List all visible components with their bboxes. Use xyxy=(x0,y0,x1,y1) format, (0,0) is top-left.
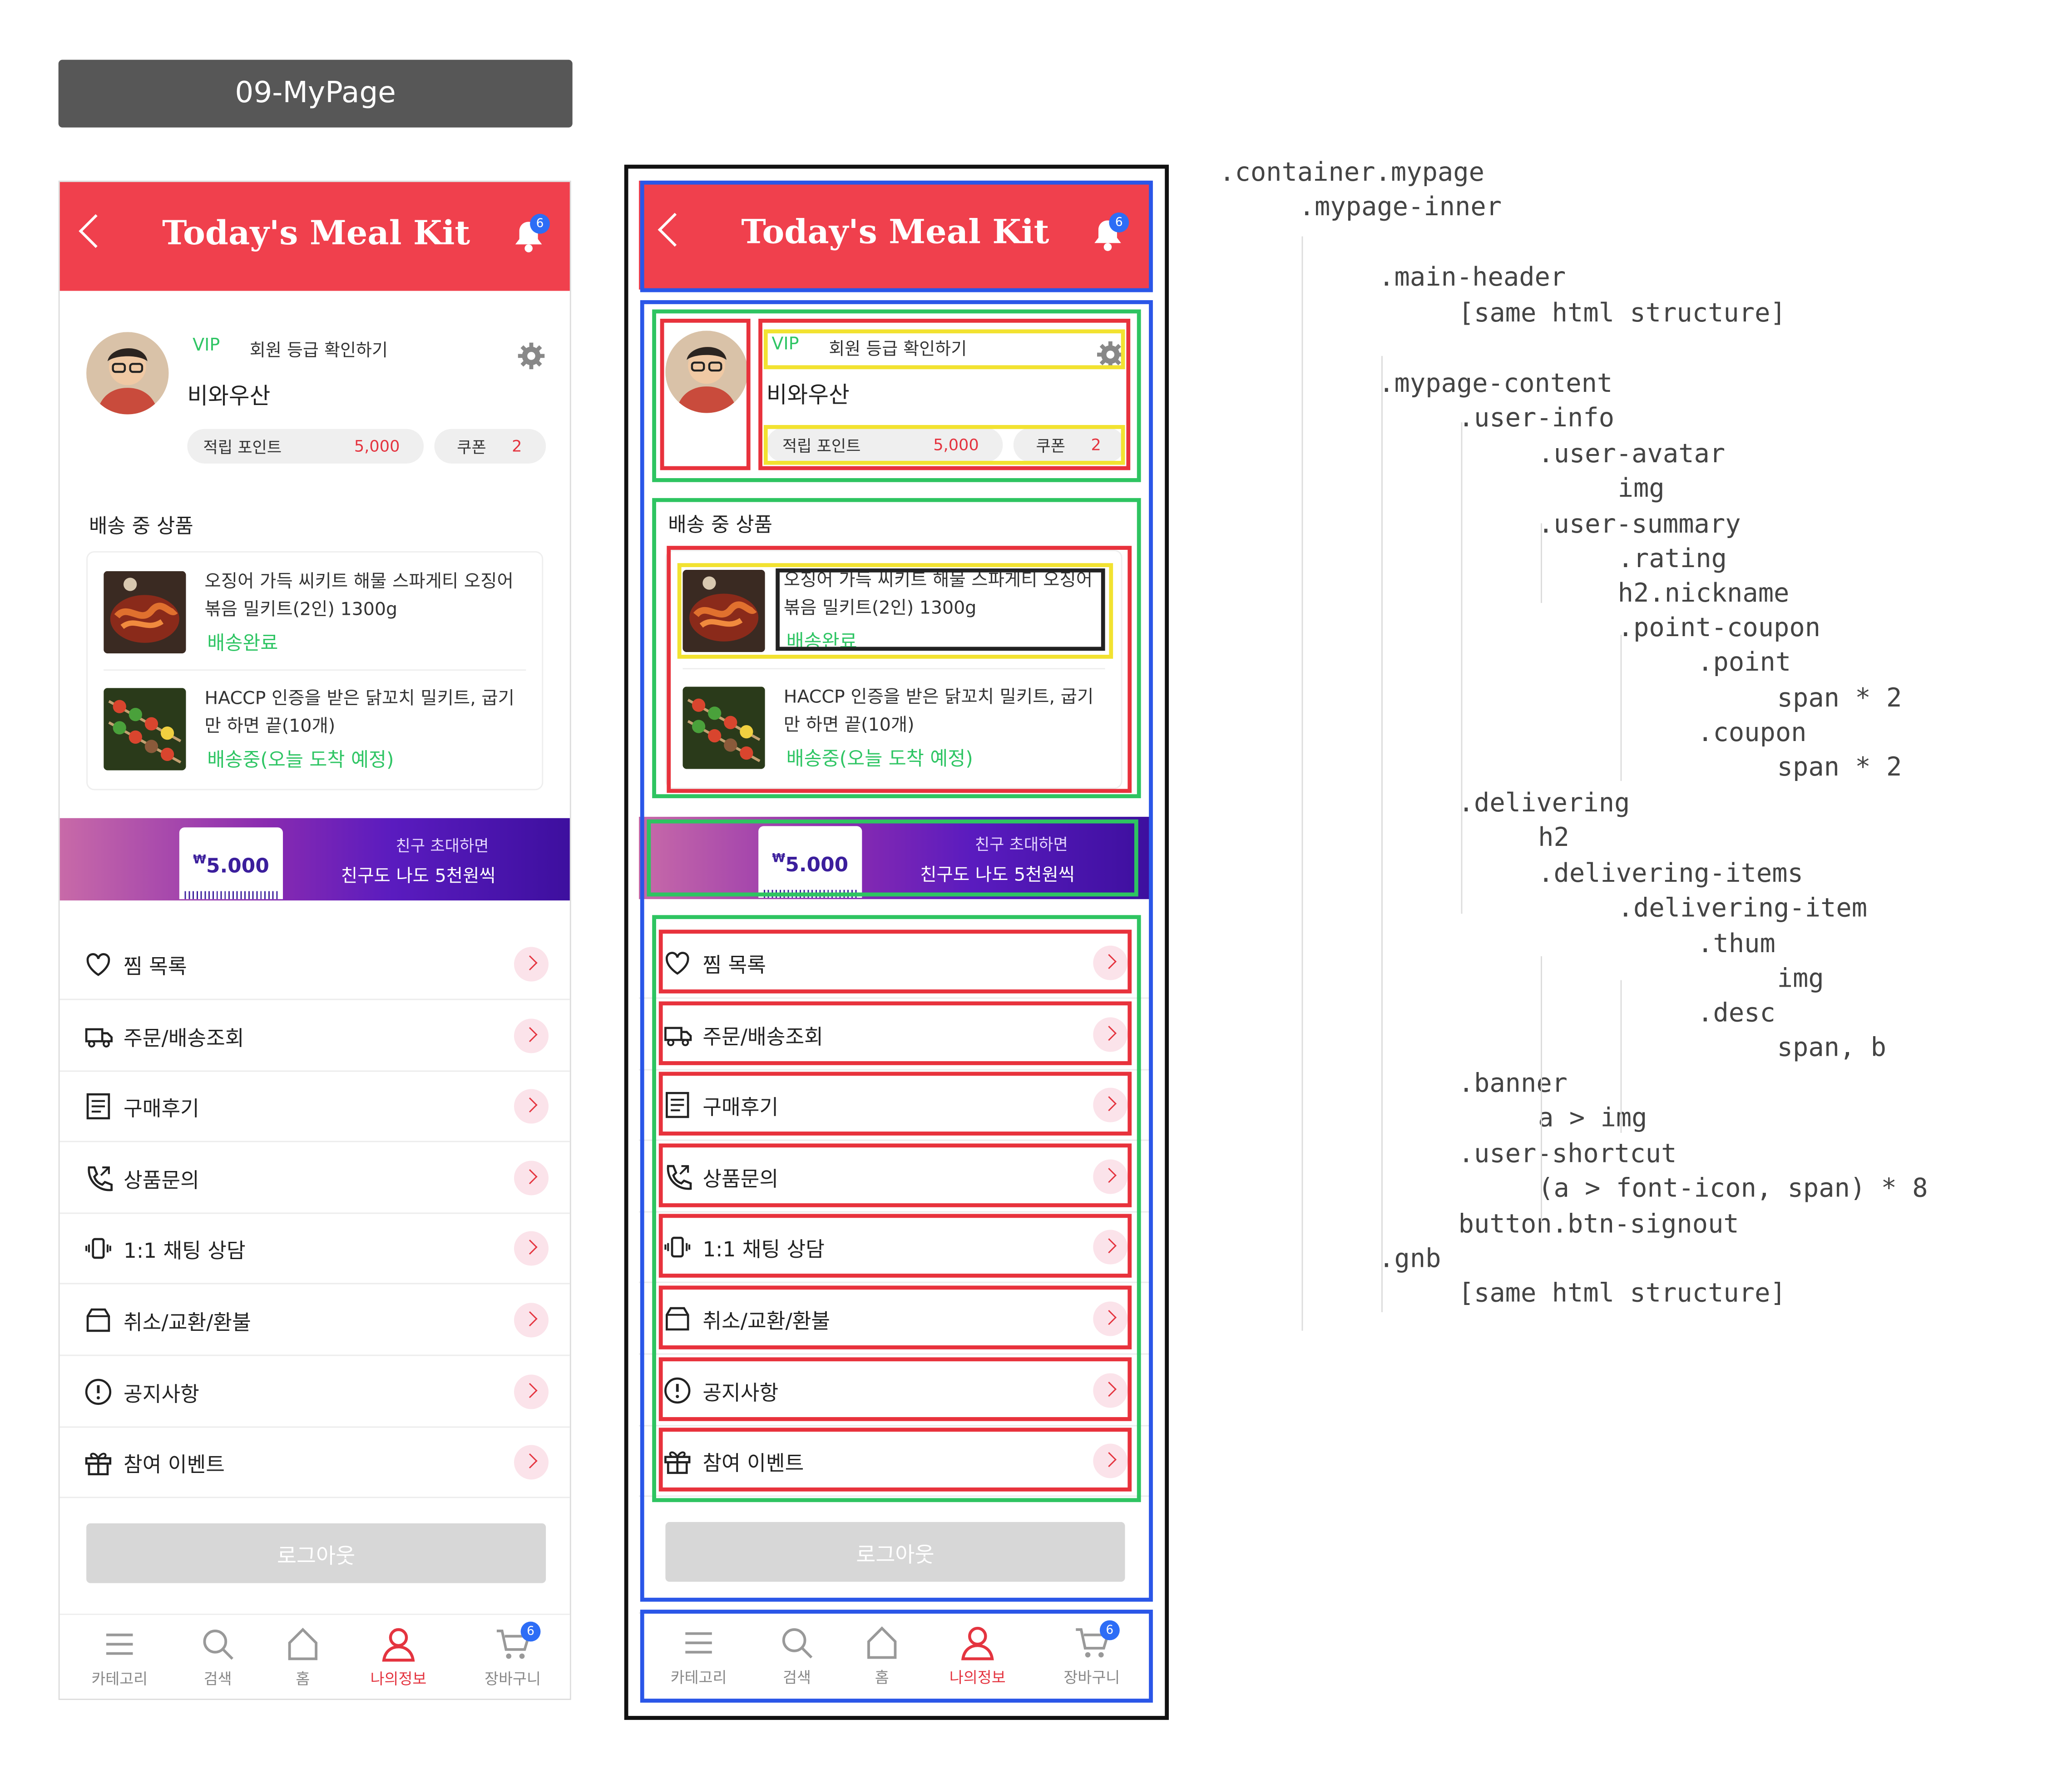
tree-line: img xyxy=(1777,963,1824,993)
tree-line: .point xyxy=(1697,647,1791,677)
structure-box-red xyxy=(658,1072,1132,1136)
tree-line: .main-header xyxy=(1379,262,1566,292)
tree-line: .coupon xyxy=(1697,717,1807,748)
tree-line: span * 2 xyxy=(1777,751,1902,782)
structure-box-red xyxy=(658,1001,1132,1065)
structure-box-green xyxy=(652,915,1141,1502)
structure-box-black xyxy=(776,568,1105,651)
tree-guide xyxy=(1620,635,1622,781)
structure-box-green xyxy=(652,309,1141,482)
tree-guide xyxy=(1541,956,1542,1222)
tree-guide xyxy=(1381,356,1383,1312)
tree-line: span * 2 xyxy=(1777,682,1902,713)
tree-line: h2.nickname xyxy=(1617,578,1790,608)
structure-box-green xyxy=(647,819,1138,897)
tree-line: .gnb xyxy=(1379,1243,1441,1274)
structure-box-yellow xyxy=(763,425,1125,465)
structure-box-red xyxy=(658,1214,1132,1278)
tree-line: .user-avatar xyxy=(1538,438,1726,469)
tree-line: .rating xyxy=(1617,543,1727,574)
tree-guide xyxy=(1461,422,1463,914)
structure-box-red xyxy=(758,319,1131,470)
structure-box-green xyxy=(652,498,1141,798)
structure-box-blue xyxy=(640,1610,1153,1703)
tree-line: .mypage-inner xyxy=(1299,191,1502,222)
tree-line: (a > font-icon, span) * 8 xyxy=(1538,1172,1928,1204)
tree-line: .thum xyxy=(1697,928,1775,959)
tree-line: .point-coupon xyxy=(1617,612,1821,643)
structure-box-yellow xyxy=(763,329,1125,370)
tree-line: button.btn-signout xyxy=(1458,1208,1739,1240)
structure-box-red xyxy=(658,1357,1132,1421)
tree-line: .user-summary xyxy=(1538,509,1741,539)
tree-line: .delivering-item xyxy=(1617,892,1868,923)
structure-box-yellow xyxy=(677,563,1113,659)
tree-line: [same html structure] xyxy=(1458,1277,1786,1309)
tree-line: .delivering xyxy=(1458,787,1630,818)
structure-box-blue xyxy=(640,300,1153,1602)
tree-line: [same html structure] xyxy=(1458,297,1786,328)
tree-line: a > img xyxy=(1538,1102,1647,1133)
tree-line: h2 xyxy=(1538,822,1569,853)
tree-guide xyxy=(1541,523,1542,603)
structure-box-red xyxy=(667,546,1132,793)
tree-line: .mypage-content xyxy=(1379,368,1613,399)
tree-guide xyxy=(1301,236,1303,1331)
structure-box-red xyxy=(658,1143,1132,1207)
tree-line: .container.mypage xyxy=(1219,157,1484,188)
structure-box-red xyxy=(658,1428,1132,1492)
structure-box-blue xyxy=(640,180,1153,292)
tree-line: .desc xyxy=(1697,997,1775,1028)
tree-line: img xyxy=(1617,473,1665,504)
structure-box-red xyxy=(658,929,1132,993)
structure-box-red xyxy=(658,1285,1132,1349)
tree-line: .delivering-items xyxy=(1538,858,1803,889)
tree-line: .user-shortcut xyxy=(1458,1138,1677,1169)
tree-guide xyxy=(1620,1053,1622,1133)
structure-box-red xyxy=(660,319,751,470)
tree-line: span, b xyxy=(1777,1032,1887,1062)
tree-line: .banner xyxy=(1458,1067,1568,1098)
tree-line: .user-info xyxy=(1458,402,1615,433)
tree-guide xyxy=(1620,980,1622,1060)
